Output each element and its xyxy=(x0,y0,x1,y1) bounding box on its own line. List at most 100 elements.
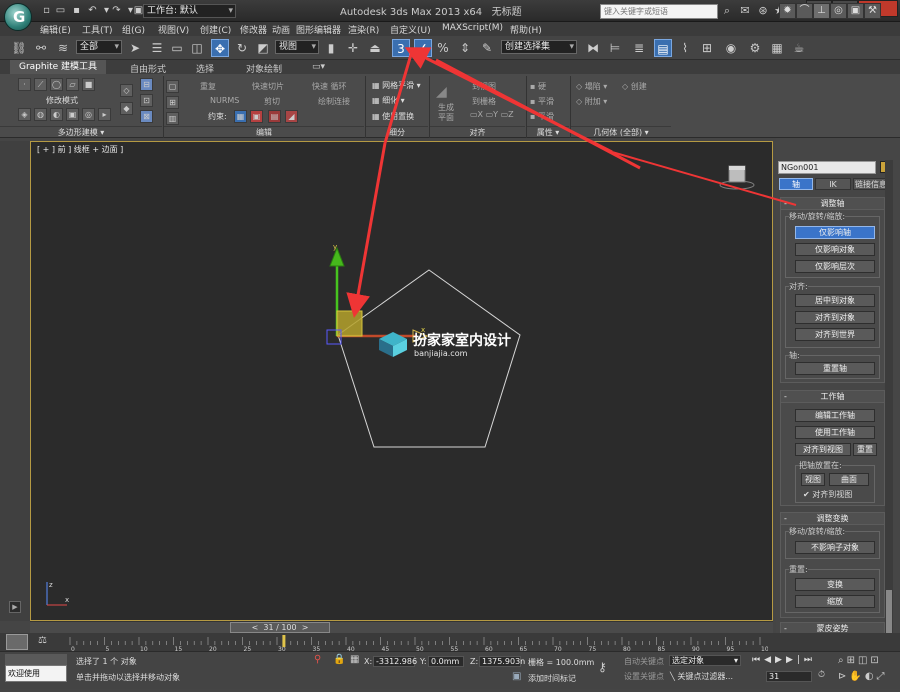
collapse-button[interactable]: ◇ 塌陷 ▾ xyxy=(576,81,607,92)
auto-key-button[interactable]: 自动关键点 xyxy=(624,656,664,667)
cut-button[interactable]: 剪切 xyxy=(264,96,280,107)
properties-group[interactable]: 属性 ▾ xyxy=(527,126,569,137)
select-manipulate-icon[interactable]: ✛ xyxy=(344,39,362,57)
absolute-mode-icon[interactable]: ▦ xyxy=(350,654,359,665)
plane-label[interactable]: 平面 xyxy=(438,112,454,123)
menu-customize[interactable]: 自定义(U) xyxy=(390,23,431,36)
maxscript-mini-listener[interactable]: 欢迎使用 MAXSc xyxy=(5,665,67,682)
reset-pivot-button[interactable]: 重置轴 xyxy=(795,362,875,375)
show-end-result-icon[interactable]: ◐ xyxy=(50,108,63,121)
use-soft-selection-icon[interactable]: ◎ xyxy=(82,108,95,121)
current-frame-field[interactable]: 31 xyxy=(766,671,812,682)
modify-mode-label[interactable]: 修改模式 xyxy=(46,95,78,106)
new-file-icon[interactable]: ▫ xyxy=(40,4,53,17)
border-icon[interactable]: ◯ xyxy=(50,78,63,91)
percent-snap-icon[interactable]: % xyxy=(434,39,452,57)
constrain-normal-icon[interactable]: ◢ xyxy=(285,110,298,123)
y-coordinate-field[interactable]: 0.0mm xyxy=(428,656,464,667)
link-icon[interactable]: ⛓ xyxy=(10,39,28,57)
affect-pivot-only-button[interactable]: 仅影响轴 xyxy=(795,226,875,239)
subtab-ik[interactable]: IK xyxy=(815,178,851,190)
geometry-group[interactable]: 几何体 (全部) ▾ xyxy=(571,126,671,137)
toggle-command-panel-icon[interactable]: ▣ xyxy=(66,108,79,121)
current-frame-marker[interactable] xyxy=(282,635,286,647)
constrain-face-icon[interactable]: ▤ xyxy=(268,110,281,123)
add-time-tag-icon[interactable]: ▣ xyxy=(512,671,521,682)
named-selection-dropdown[interactable]: 创建选择集 ▾ xyxy=(501,40,577,54)
repeat-button[interactable]: 重复 xyxy=(200,81,216,92)
quickslice-button[interactable]: 快速切片 xyxy=(252,81,284,92)
spinner-snap-icon[interactable]: ⇕ xyxy=(456,39,474,57)
nurms-button[interactable]: NURMS xyxy=(210,96,239,105)
edit-named-selection-icon[interactable]: ✎ xyxy=(478,39,496,57)
menu-maxscript[interactable]: MAXScript(M) xyxy=(442,23,503,33)
menu-views[interactable]: 视图(V) xyxy=(158,23,189,36)
swift-loop-icon[interactable]: ⊞ xyxy=(166,96,179,109)
selection-filter-dropdown[interactable]: 全部 ▾ xyxy=(76,40,122,54)
time-slider[interactable] xyxy=(30,621,773,633)
cut-tool-icon[interactable]: ▥ xyxy=(166,112,179,125)
app-logo-icon[interactable]: G xyxy=(4,3,32,31)
tab-modify-icon[interactable]: ⌒ xyxy=(796,3,813,19)
set-key-button[interactable]: 设置关键点 xyxy=(624,671,664,682)
mesh-smooth-button[interactable]: ▦ 网格平滑 ▾ xyxy=(372,80,421,91)
subscription-icon[interactable]: ✉ xyxy=(738,4,752,18)
reset-transform-button[interactable]: 变换 xyxy=(795,578,875,591)
menu-help[interactable]: 帮助(H) xyxy=(510,23,542,36)
time-slider-thumb[interactable]: < 31 / 100 > xyxy=(230,622,330,633)
tab-utilities-icon[interactable]: ⚒ xyxy=(864,3,881,19)
polygon-icon[interactable]: ▱ xyxy=(66,78,79,91)
bind-space-warp-icon[interactable]: ≋ xyxy=(54,39,72,57)
reference-coordinate-dropdown[interactable]: 视图 ▾ xyxy=(275,40,319,54)
place-surface-button[interactable]: 曲面 xyxy=(829,473,869,486)
menu-group[interactable]: 组(G) xyxy=(122,23,145,36)
layer-manager-icon[interactable]: ≣ xyxy=(630,39,648,57)
move-gizmo[interactable]: y x xyxy=(326,243,429,345)
subtab-link-info[interactable]: 链接信息 xyxy=(853,178,889,190)
tab-graphite-modeling[interactable]: Graphite 建模工具 xyxy=(10,60,106,74)
to-grid-button[interactable]: 到栅格 xyxy=(472,96,496,107)
generate-plane-icon[interactable]: ◢ xyxy=(436,84,447,100)
center-to-object-button[interactable]: 居中到对象 xyxy=(795,294,875,307)
preserve-uvs-icon[interactable]: ◈ xyxy=(18,108,31,121)
use-displacement-button[interactable]: ▦ 使用置换 xyxy=(372,111,414,122)
menu-create[interactable]: 创建(C) xyxy=(200,23,231,36)
place-view-button[interactable]: 视图 xyxy=(801,473,825,486)
selected-set-dropdown[interactable]: 选定对象 ▾ xyxy=(669,655,741,666)
snaps-toggle-button[interactable]: 3 xyxy=(392,39,410,57)
affect-hierarchy-only-button[interactable]: 仅影响层次 xyxy=(795,260,875,273)
expand-arrow-icon[interactable]: ▶ xyxy=(9,601,21,613)
undo-icon[interactable]: ↶ xyxy=(86,4,99,17)
select-and-move-icon[interactable]: ✥ xyxy=(211,39,229,57)
stack-icon[interactable]: ◆ xyxy=(120,102,133,115)
viewport-nav-top[interactable]: ⌕⊞◫⊡ xyxy=(838,655,882,666)
pivot-center-icon[interactable]: ▮ xyxy=(322,39,340,57)
edit-group[interactable]: 编辑 xyxy=(164,126,364,137)
command-panel-scrollbar[interactable] xyxy=(885,160,893,650)
schematic-view-icon[interactable]: ⊞ xyxy=(698,39,716,57)
isolate-selection-icon[interactable]: ⚲ xyxy=(314,654,321,665)
object-name-field[interactable]: NGon001 xyxy=(778,161,876,174)
create-button[interactable]: ◇ 创建 xyxy=(622,81,647,92)
constrain-edge-icon[interactable]: ▣ xyxy=(250,110,263,123)
tab-motion-icon[interactable]: ◎ xyxy=(830,3,847,19)
graphite-ribbon-icon[interactable]: ▤ xyxy=(654,39,672,57)
maxscript-listener-top[interactable] xyxy=(5,654,67,665)
constrain-none-icon[interactable]: ▦ xyxy=(234,110,247,123)
align-to-world-button[interactable]: 对齐到世界 xyxy=(795,328,875,341)
show-cage-icon[interactable]: ⊡ xyxy=(140,94,153,107)
tessellate-button[interactable]: ▦ 细化 ▾ xyxy=(372,95,405,106)
dont-affect-children-button[interactable]: 不影响子对象 xyxy=(795,541,875,554)
paint-connect-button[interactable]: 绘制连接 xyxy=(318,96,350,107)
select-by-name-icon[interactable]: ☰ xyxy=(148,39,166,57)
ignore-backfacing-icon[interactable]: ⊠ xyxy=(140,110,153,123)
align-icon[interactable]: ⊨ xyxy=(606,39,624,57)
align-group[interactable]: 对齐 xyxy=(430,126,525,137)
smooth-button[interactable]: ▪ 平滑 xyxy=(530,96,554,107)
menu-rendering[interactable]: 渲染(R) xyxy=(348,23,379,36)
select-and-scale-icon[interactable]: ◩ xyxy=(254,39,272,57)
menu-edit[interactable]: 编辑(E) xyxy=(40,23,71,36)
menu-graph-editors[interactable]: 图形编辑器 xyxy=(296,23,341,36)
curve-editor-icon[interactable]: ⌇ xyxy=(676,39,694,57)
align-to-view-checkbox[interactable]: ✔ 对齐到视图 xyxy=(803,489,852,500)
